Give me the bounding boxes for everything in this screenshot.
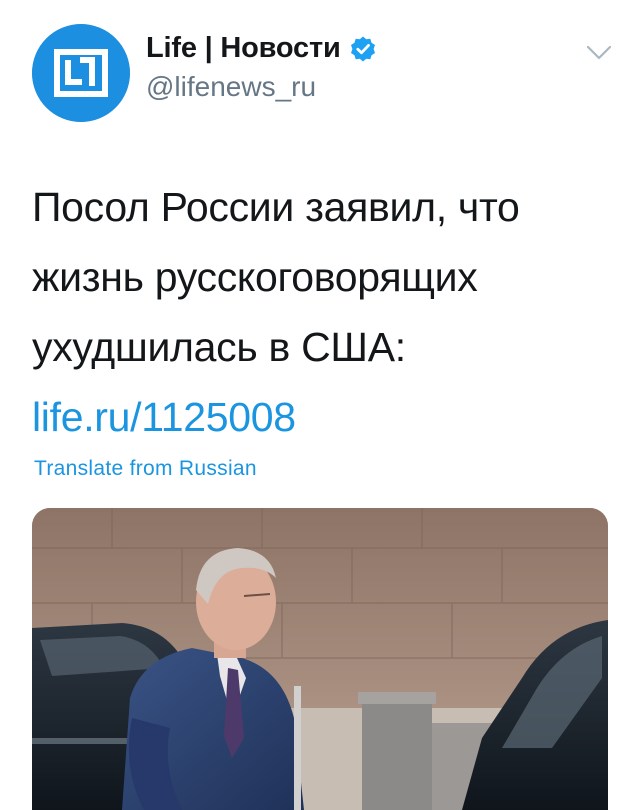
- tweet-photo[interactable]: [32, 508, 608, 810]
- tweet-body: Посол России заявил, что жизнь русскогов…: [32, 184, 520, 370]
- tweet-header: Life | Новости @lifenews_ru: [32, 22, 622, 122]
- life-logo-icon: [32, 24, 130, 122]
- display-name-row: Life | Новости: [146, 32, 377, 65]
- display-name[interactable]: Life | Новости: [146, 32, 341, 65]
- tweet-link[interactable]: life.ru/1125008: [32, 394, 296, 440]
- translate-link[interactable]: Translate from Russian: [34, 457, 257, 481]
- account-names: Life | Новости @lifenews_ru: [146, 32, 377, 103]
- tweet-text: Посол России заявил, что жизнь русскогов…: [32, 172, 602, 452]
- chevron-down-icon[interactable]: [586, 44, 612, 62]
- photo-illustration: [32, 508, 608, 810]
- verified-badge-icon: [350, 36, 375, 61]
- account-handle[interactable]: @lifenews_ru: [146, 71, 377, 103]
- avatar[interactable]: [32, 24, 130, 122]
